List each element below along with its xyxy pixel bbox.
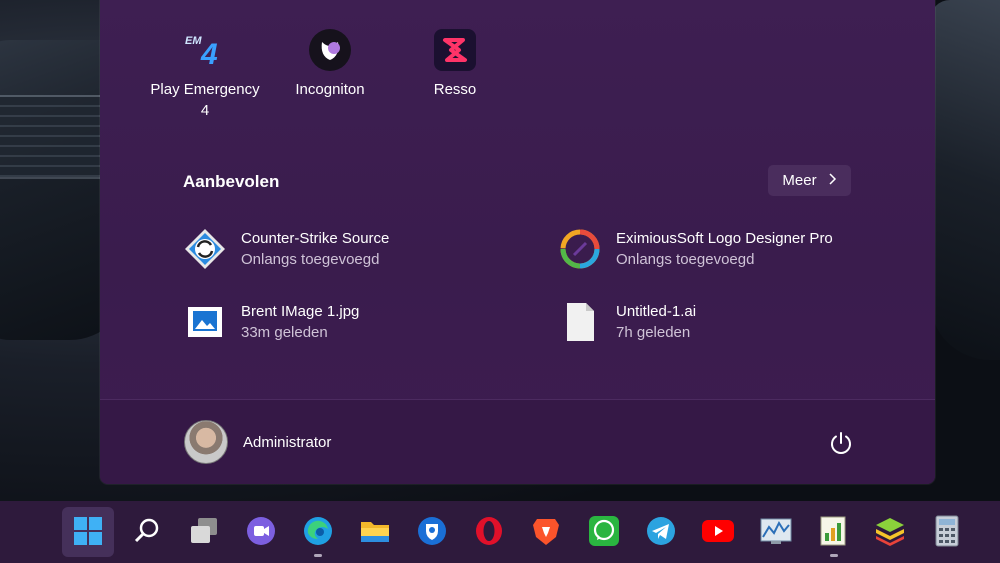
image-file-icon bbox=[183, 300, 227, 344]
file-explorer-icon[interactable] bbox=[358, 514, 392, 548]
telegram-icon[interactable] bbox=[644, 514, 678, 548]
resso-icon bbox=[433, 28, 477, 72]
whatsapp-icon[interactable] bbox=[587, 514, 621, 548]
steam-update-icon bbox=[183, 227, 227, 271]
pinned-app-label: Play Emergency bbox=[150, 81, 260, 98]
calculator-icon[interactable] bbox=[930, 514, 964, 548]
more-button[interactable]: Meer bbox=[768, 165, 851, 196]
recommended-item-name: Untitled-1.ai bbox=[616, 303, 697, 320]
svg-text:EM: EM bbox=[185, 35, 202, 47]
windows-start-icon[interactable] bbox=[71, 514, 105, 548]
power-icon bbox=[831, 432, 851, 454]
spreadsheet-icon[interactable] bbox=[816, 514, 850, 548]
recommended-title: Aanbevolen bbox=[183, 172, 280, 191]
svg-text:4: 4 bbox=[200, 38, 218, 71]
performance-monitor-icon[interactable] bbox=[759, 514, 793, 548]
running-indicator bbox=[314, 554, 322, 557]
chat-icon[interactable] bbox=[244, 514, 278, 548]
recommended-item[interactable]: Brent IMage 1.jpg 33m geleden bbox=[183, 300, 359, 344]
incogniton-icon bbox=[308, 28, 352, 72]
edge-icon[interactable] bbox=[301, 514, 335, 548]
pinned-app-incogniton[interactable]: Incogniton bbox=[265, 28, 395, 100]
more-button-label: Meer bbox=[782, 172, 817, 189]
running-indicator bbox=[830, 554, 838, 557]
recommended-item-name: Brent IMage 1.jpg bbox=[241, 303, 360, 320]
user-account[interactable]: Administrator bbox=[184, 420, 331, 464]
recommended-item-time: Onlangs toegevoegd bbox=[241, 251, 380, 268]
logo-designer-icon bbox=[558, 227, 602, 271]
recommended-item-name: Counter-Strike Source bbox=[241, 230, 390, 247]
bitwarden-icon[interactable] bbox=[415, 514, 449, 548]
recommended-item-time: Onlangs toegevoegd bbox=[616, 251, 755, 268]
recommended-item[interactable]: Untitled-1.ai 7h geleden bbox=[558, 300, 696, 344]
pinned-app-label: Incogniton bbox=[295, 81, 365, 98]
user-name: Administrator bbox=[243, 433, 332, 451]
recommended-item[interactable]: Counter-Strike Source Onlangs toegevoegd bbox=[183, 227, 389, 271]
bluestacks-icon[interactable] bbox=[873, 514, 907, 548]
start-menu: EM 4 Play Emergency 4 Incogniton Resso A… bbox=[100, 0, 935, 484]
pinned-app-play-emergency-4[interactable]: EM 4 Play Emergency 4 bbox=[140, 28, 270, 121]
wallpaper-car-right bbox=[930, 0, 1000, 360]
chevron-right-icon bbox=[827, 172, 837, 189]
recommended-item-name: EximiousSoft Logo Designer Pro bbox=[616, 230, 833, 247]
brave-icon[interactable] bbox=[529, 514, 563, 548]
task-view-icon[interactable] bbox=[187, 514, 221, 548]
opera-icon[interactable] bbox=[472, 514, 506, 548]
emergency-4-icon: EM 4 bbox=[183, 28, 227, 72]
youtube-icon[interactable] bbox=[701, 514, 735, 548]
power-button[interactable] bbox=[828, 430, 854, 456]
recommended-item-time: 7h geleden bbox=[616, 324, 691, 341]
pinned-app-label-line2: 4 bbox=[200, 102, 210, 119]
search-icon[interactable] bbox=[130, 514, 164, 548]
pinned-app-resso[interactable]: Resso bbox=[390, 28, 520, 100]
recommended-item-time: 33m geleden bbox=[241, 324, 328, 341]
pinned-app-label: Resso bbox=[433, 81, 477, 98]
recommended-item[interactable]: EximiousSoft Logo Designer Pro Onlangs t… bbox=[558, 227, 833, 271]
avatar bbox=[184, 420, 228, 464]
document-file-icon bbox=[558, 300, 602, 344]
taskbar bbox=[0, 501, 1000, 563]
